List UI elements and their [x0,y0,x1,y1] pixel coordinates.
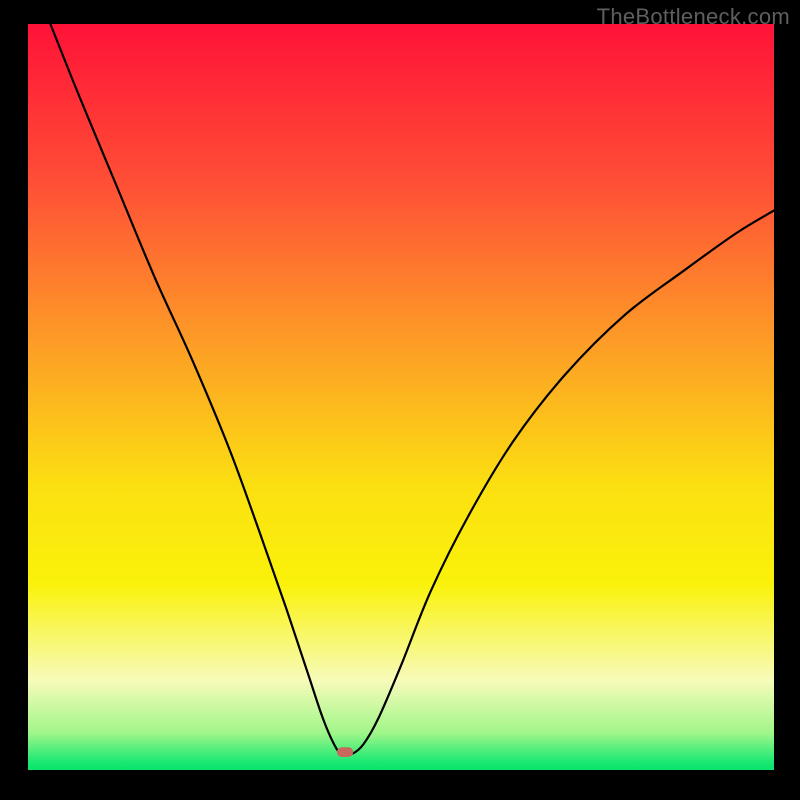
plot-svg [28,24,774,770]
chart-container: TheBottleneck.com [0,0,800,800]
gradient-background [28,24,774,770]
minimum-marker [337,747,353,757]
watermark-text: TheBottleneck.com [597,4,790,30]
plot-area [28,24,774,770]
